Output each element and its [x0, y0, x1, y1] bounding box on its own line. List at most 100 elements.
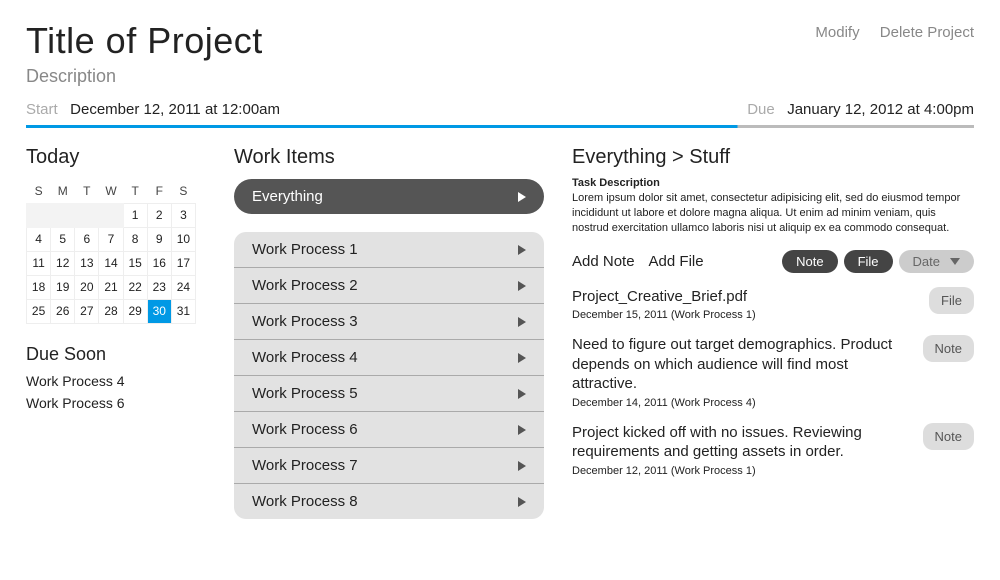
calendar-day[interactable]: 23: [147, 275, 171, 299]
today-heading: Today: [26, 146, 206, 169]
task-description: Lorem ipsum dolor sit amet, consectetur …: [572, 191, 974, 236]
work-process-row[interactable]: Work Process 3: [234, 304, 544, 340]
work-process-label: Work Process 3: [252, 313, 358, 330]
feed-item-title: Need to figure out target demographics. …: [572, 335, 911, 394]
calendar-dow: S: [171, 179, 195, 203]
calendar-day[interactable]: 3: [171, 203, 195, 227]
feed-item-meta: December 12, 2011 (Work Process 1): [572, 465, 911, 477]
calendar-day[interactable]: 8: [123, 227, 147, 251]
add-note-button[interactable]: Add Note: [572, 253, 635, 270]
calendar-day[interactable]: 22: [123, 275, 147, 299]
calendar-day[interactable]: 7: [99, 227, 123, 251]
chevron-right-icon: [518, 245, 526, 255]
calendar[interactable]: SMTWTFS 12345678910111213141516171819202…: [26, 179, 196, 324]
start-label: Start: [26, 101, 58, 118]
calendar-dow: W: [99, 179, 123, 203]
calendar-day[interactable]: 12: [51, 251, 75, 275]
calendar-day[interactable]: 15: [123, 251, 147, 275]
feed-item[interactable]: Project_Creative_Brief.pdf December 15, 2…: [572, 287, 974, 322]
calendar-dow: T: [123, 179, 147, 203]
work-process-label: Work Process 7: [252, 457, 358, 474]
calendar-dow: T: [75, 179, 99, 203]
calendar-day[interactable]: 11: [27, 251, 51, 275]
work-items-heading: Work Items: [234, 146, 544, 169]
calendar-day[interactable]: 1: [123, 203, 147, 227]
chevron-right-icon: [518, 425, 526, 435]
filter-date-dropdown[interactable]: Date: [899, 250, 974, 273]
calendar-day[interactable]: 27: [75, 299, 99, 323]
modify-button[interactable]: Modify: [815, 24, 859, 41]
chevron-right-icon: [518, 192, 526, 202]
feed-item-title: Project_Creative_Brief.pdf: [572, 287, 917, 307]
calendar-dow: M: [51, 179, 75, 203]
calendar-day[interactable]: 18: [27, 275, 51, 299]
work-process-row[interactable]: Work Process 4: [234, 340, 544, 376]
calendar-day[interactable]: 24: [171, 275, 195, 299]
delete-project-button[interactable]: Delete Project: [880, 24, 974, 41]
feed-item-badge: Note: [923, 423, 974, 450]
work-process-row[interactable]: Work Process 5: [234, 376, 544, 412]
work-process-label: Work Process 4: [252, 349, 358, 366]
add-file-button[interactable]: Add File: [649, 253, 704, 270]
calendar-day[interactable]: 25: [27, 299, 51, 323]
work-process-row[interactable]: Work Process 8: [234, 484, 544, 519]
chevron-right-icon: [518, 317, 526, 327]
calendar-day[interactable]: 30: [147, 299, 171, 323]
filter-note-pill[interactable]: Note: [782, 250, 837, 273]
calendar-day[interactable]: 26: [51, 299, 75, 323]
work-process-label: Work Process 1: [252, 241, 358, 258]
everything-label: Everything: [252, 188, 323, 205]
chevron-right-icon: [518, 353, 526, 363]
calendar-day[interactable]: 17: [171, 251, 195, 275]
breadcrumb: Everything > Stuff: [572, 146, 974, 169]
due-soon-item[interactable]: Work Process 4: [26, 373, 206, 389]
work-process-row[interactable]: Work Process 6: [234, 412, 544, 448]
filter-date-label: Date: [913, 254, 940, 269]
calendar-day[interactable]: 29: [123, 299, 147, 323]
work-process-row[interactable]: Work Process 2: [234, 268, 544, 304]
chevron-down-icon: [950, 258, 960, 265]
work-process-label: Work Process 8: [252, 493, 358, 510]
due-soon-heading: Due Soon: [26, 344, 206, 365]
calendar-day[interactable]: 28: [99, 299, 123, 323]
work-process-label: Work Process 2: [252, 277, 358, 294]
feed-item-meta: December 15, 2011 (Work Process 1): [572, 309, 917, 321]
start-date: December 12, 2011 at 12:00am: [70, 101, 280, 118]
calendar-day[interactable]: 19: [51, 275, 75, 299]
calendar-dow: S: [27, 179, 51, 203]
feed-item[interactable]: Project kicked off with no issues. Revie…: [572, 423, 974, 477]
chevron-right-icon: [518, 389, 526, 399]
feed-item[interactable]: Need to figure out target demographics. …: [572, 335, 974, 409]
feed-item-badge: Note: [923, 335, 974, 362]
calendar-day[interactable]: 6: [75, 227, 99, 251]
task-description-label: Task Description: [572, 177, 974, 189]
calendar-day[interactable]: 21: [99, 275, 123, 299]
calendar-day[interactable]: 16: [147, 251, 171, 275]
work-process-label: Work Process 6: [252, 421, 358, 438]
calendar-dow: F: [147, 179, 171, 203]
calendar-day[interactable]: 2: [147, 203, 171, 227]
work-process-label: Work Process 5: [252, 385, 358, 402]
chevron-right-icon: [518, 461, 526, 471]
chevron-right-icon: [518, 281, 526, 291]
filter-file-pill[interactable]: File: [844, 250, 893, 273]
calendar-day[interactable]: 5: [51, 227, 75, 251]
project-description: Description: [26, 66, 974, 87]
feed-item-badge: File: [929, 287, 974, 314]
calendar-day[interactable]: 20: [75, 275, 99, 299]
feed-item-title: Project kicked off with no issues. Revie…: [572, 423, 911, 462]
due-soon-item[interactable]: Work Process 6: [26, 395, 206, 411]
due-date: January 12, 2012 at 4:00pm: [787, 101, 974, 118]
due-label: Due: [747, 101, 775, 118]
calendar-day[interactable]: 10: [171, 227, 195, 251]
everything-filter[interactable]: Everything: [234, 179, 544, 214]
calendar-day[interactable]: 9: [147, 227, 171, 251]
calendar-day[interactable]: 14: [99, 251, 123, 275]
work-process-row[interactable]: Work Process 7: [234, 448, 544, 484]
chevron-right-icon: [518, 497, 526, 507]
calendar-day[interactable]: 31: [171, 299, 195, 323]
work-process-row[interactable]: Work Process 1: [234, 232, 544, 268]
feed-item-meta: December 14, 2011 (Work Process 4): [572, 397, 911, 409]
calendar-day[interactable]: 4: [27, 227, 51, 251]
calendar-day[interactable]: 13: [75, 251, 99, 275]
